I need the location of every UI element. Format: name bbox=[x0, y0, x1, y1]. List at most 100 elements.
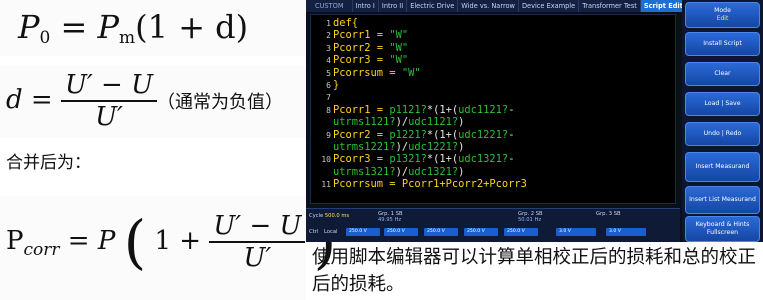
code-token: utrms1121? bbox=[333, 116, 396, 129]
code-line: 4 Pcorr3 = "W" bbox=[311, 54, 675, 66]
code-token: Pcorr1 = bbox=[333, 103, 390, 116]
line-number: 2 bbox=[326, 31, 331, 41]
code-token: Pcorrsum = bbox=[333, 66, 402, 79]
code-token: Pcorr3 = bbox=[333, 153, 390, 166]
softkey-undo-redo[interactable]: Undo | Redo bbox=[685, 122, 760, 146]
code-token: udc1121? bbox=[458, 103, 509, 116]
formula-deviation: d = U′ − U U′ （通常为负值） bbox=[6, 70, 284, 132]
channel-value: 250.0 V bbox=[387, 229, 405, 234]
code-line: 3 Pcorr2 = "W" bbox=[311, 42, 675, 54]
code-line: 10 Pcorr3 = p1321?*(1+(udc1321?- bbox=[311, 153, 675, 165]
code-line: 1 def{ bbox=[311, 17, 675, 29]
formula-pcorr: Pcorr = P ( 1 + U′ − U U′ ) bbox=[6, 208, 337, 276]
softkey-sidebar: Mode Edit Install Script Clear Load | Save Un… bbox=[682, 0, 763, 242]
softkey-sublabel: Edit bbox=[716, 15, 729, 22]
code-token: Pcorr2 = bbox=[333, 41, 390, 54]
code-token: ) bbox=[458, 140, 465, 153]
tab-intro-i[interactable]: Intro I bbox=[353, 0, 379, 12]
code-token: Pcorr2 = bbox=[333, 128, 390, 141]
channel-value: 250.0 V bbox=[427, 229, 445, 234]
status-bar: Cycle 500.0 ms Ctrl Local Grp. 1 SB 49.9… bbox=[306, 208, 680, 242]
channel-bar: 250.0 V bbox=[504, 228, 538, 236]
formula-panel: P0 = Pm(1 + d) d = U′ − U U′ （通常为负值） 合并后… bbox=[0, 0, 336, 300]
softkey-insert-list-measurand[interactable]: Insert List Measurand bbox=[685, 186, 760, 214]
code-line: 2 Pcorr1 = "W" bbox=[311, 29, 675, 41]
code-token: Pcorr3 = bbox=[333, 54, 390, 67]
code-token: )/ bbox=[395, 140, 409, 153]
code-token: "W" bbox=[389, 29, 409, 42]
code-line: 9 Pcorr2 = p1221?*(1+(udc1221?- bbox=[311, 129, 675, 141]
code-token: udc1321? bbox=[458, 153, 509, 166]
code-token: "W" bbox=[389, 54, 409, 67]
line-number: 7 bbox=[326, 93, 331, 103]
softkey-label: Keyboard & Hints Fullscreen bbox=[695, 221, 750, 236]
tab-electric-drive[interactable]: Electric Drive bbox=[407, 0, 459, 12]
code-token: - bbox=[508, 103, 515, 116]
code-token: - bbox=[508, 153, 515, 166]
softkey-label: Clear bbox=[714, 70, 731, 77]
softkey-install-script[interactable]: Install Script bbox=[685, 32, 760, 56]
code-token: p1321? bbox=[389, 153, 427, 166]
code-token: "W" bbox=[389, 41, 409, 54]
code-token: utrms1321? bbox=[333, 165, 396, 178]
line-number: 4 bbox=[326, 56, 331, 66]
code-line: utrms1121?)/udc1121?) bbox=[311, 116, 675, 128]
code-token: *(1+( bbox=[426, 128, 459, 141]
script-editor[interactable]: 1 def{2 Pcorr1 = "W" 3 Pcorr2 = "W" 4 Pcorr3 =… bbox=[310, 14, 676, 204]
code-token: utrms1221? bbox=[333, 140, 396, 153]
softkey-load-save[interactable]: Load | Save bbox=[685, 92, 760, 116]
tab-intro-ii[interactable]: Intro II bbox=[379, 0, 408, 12]
tab-wide-vs-narrow[interactable]: Wide vs. Narrow bbox=[458, 0, 519, 12]
softkey-label: Load | Save bbox=[704, 100, 741, 107]
code-token: Pcorr1 = bbox=[333, 29, 390, 42]
line-number: 10 bbox=[321, 155, 331, 165]
code-line: 6} bbox=[311, 79, 675, 91]
channel-value: 250.0 V bbox=[467, 229, 485, 234]
channel-bar: 250.0 V bbox=[464, 228, 498, 236]
code-token: )/ bbox=[395, 165, 409, 178]
group-3-status: Grp. 3 SB bbox=[596, 211, 621, 217]
softkey-label: Insert Measurand bbox=[695, 163, 750, 170]
softkey-label: Undo | Redo bbox=[703, 130, 742, 137]
group-2-status: Grp. 2 SB 50.01 Hz bbox=[518, 211, 543, 223]
tab-custom[interactable]: CUSTOM bbox=[306, 0, 353, 12]
code-token: ) bbox=[458, 165, 465, 178]
ctrl-label: Ctrl bbox=[309, 229, 319, 235]
code-token: udc1221? bbox=[458, 128, 509, 141]
code-token: *(1+( bbox=[426, 153, 459, 166]
code-token: udc1321? bbox=[408, 165, 459, 178]
formula-power-correction: P0 = Pm(1 + d) bbox=[18, 8, 249, 48]
softkey-insert-measurand[interactable]: Insert Measurand bbox=[685, 152, 760, 182]
code-token: def{ bbox=[333, 17, 359, 29]
softkey-label: Install Script bbox=[703, 40, 742, 47]
pcorr-fraction: U′ − U U′ bbox=[209, 211, 306, 273]
code-line: utrms1221?)/udc1221?) bbox=[311, 141, 675, 153]
code-line: 11 Pcorrsum = Pcorr1+Pcorr2+Pcorr3 bbox=[311, 178, 675, 190]
tab-bar: CUSTOM Intro I Intro II Electric Drive Wide … bbox=[306, 0, 695, 12]
code-token: udc1221? bbox=[408, 140, 459, 153]
code-token: } bbox=[333, 78, 340, 91]
softkey-label: Mode bbox=[714, 7, 731, 14]
channel-bar: 250.0 V bbox=[424, 228, 458, 236]
caption-text: 使用脚本编辑器可以计算单相校正后的损耗和总的校正后的损耗。 bbox=[312, 247, 757, 295]
softkey-mode[interactable]: Mode Edit bbox=[685, 2, 760, 28]
softkey-keyboard-hints-fullscreen[interactable]: Keyboard & Hints Fullscreen bbox=[685, 216, 760, 242]
instrument-screen: CUSTOM Intro I Intro II Electric Drive Wide … bbox=[306, 0, 763, 242]
softkey-clear[interactable]: Clear bbox=[685, 62, 760, 86]
code-token: p1121? bbox=[389, 103, 427, 116]
channel-value: 250.0 V bbox=[507, 229, 525, 234]
code-token: *(1+( bbox=[426, 103, 459, 116]
tab-transformer-test[interactable]: Transformer Test bbox=[579, 0, 641, 12]
code-token: Pcorrsum = Pcorr1+Pcorr2+Pcorr3 bbox=[333, 178, 527, 191]
code-line: 5 Pcorrsum = "W" bbox=[311, 67, 675, 79]
softkey-label: Insert List Measurand bbox=[689, 196, 756, 203]
channel-value: 3.0 V bbox=[559, 229, 571, 234]
code-token: udc1121? bbox=[408, 116, 459, 129]
deviation-fraction: U′ − U U′ bbox=[60, 70, 158, 132]
tab-device-example[interactable]: Device Example bbox=[519, 0, 580, 12]
cycle-readout: Cycle 500.0 ms bbox=[309, 213, 350, 219]
code-token: "W" bbox=[401, 66, 421, 79]
code-token: ) bbox=[458, 116, 465, 129]
channel-bar: 3.0 V bbox=[556, 228, 596, 236]
channel-value: 250.0 V bbox=[349, 229, 367, 234]
